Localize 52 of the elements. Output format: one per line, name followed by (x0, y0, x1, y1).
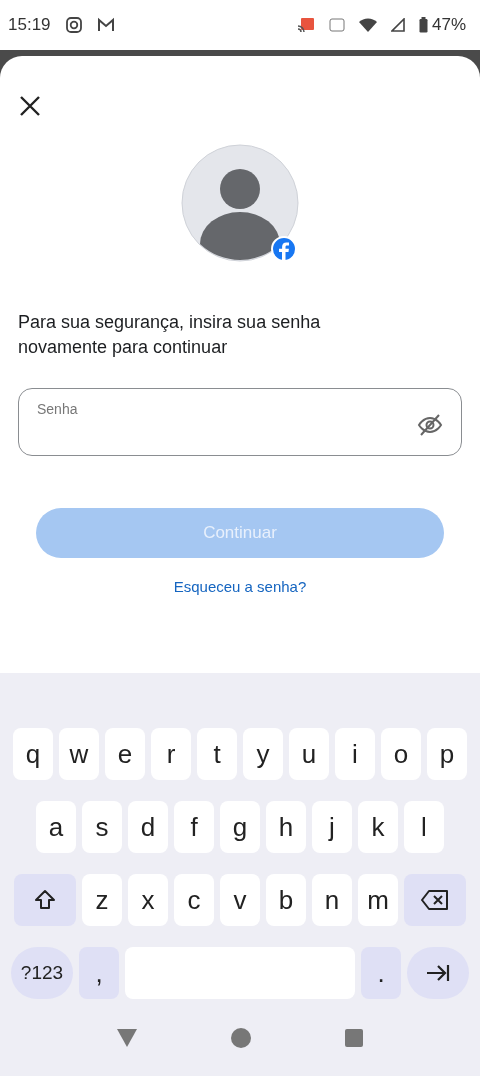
wifi-icon (358, 18, 377, 32)
status-time: 15:19 (8, 15, 51, 35)
cast-icon (296, 17, 315, 33)
mail-icon (96, 17, 115, 33)
password-field[interactable]: Senha (18, 388, 462, 456)
letter-key[interactable]: a (36, 801, 76, 853)
letter-key[interactable]: k (358, 801, 398, 853)
symbols-key[interactable]: ?123 (11, 947, 73, 999)
next-key[interactable] (407, 947, 469, 999)
letter-key[interactable]: u (289, 728, 329, 780)
letter-key[interactable]: h (266, 801, 306, 853)
shift-key[interactable] (14, 874, 76, 926)
letter-key[interactable]: r (151, 728, 191, 780)
letter-key[interactable]: c (174, 874, 214, 926)
battery-percent: 47% (431, 15, 466, 35)
battery-icon (418, 17, 428, 33)
letter-key[interactable]: f (174, 801, 214, 853)
letter-key[interactable]: x (128, 874, 168, 926)
letter-key[interactable]: n (312, 874, 352, 926)
letter-key[interactable]: b (266, 874, 306, 926)
signal-icon (390, 18, 405, 32)
eye-off-icon[interactable] (417, 413, 443, 437)
letter-key[interactable]: w (59, 728, 99, 780)
letter-key[interactable]: l (404, 801, 444, 853)
camera-icon (64, 16, 83, 34)
comma-key[interactable]: , (79, 947, 119, 999)
avatar-icon (181, 144, 299, 262)
letter-key[interactable]: q (13, 728, 53, 780)
letter-key[interactable]: s (82, 801, 122, 853)
letter-key[interactable]: e (105, 728, 145, 780)
shift-icon (33, 888, 57, 912)
backspace-key[interactable] (404, 874, 466, 926)
home-icon[interactable] (231, 1028, 251, 1048)
security-prompt: Para sua segurança, insira sua senha novamente para continuar (18, 311, 322, 359)
facebook-icon (271, 236, 297, 262)
password-input[interactable]: Senha (37, 401, 417, 417)
letter-key[interactable]: o (381, 728, 421, 780)
back-icon[interactable] (117, 1029, 137, 1047)
letter-key[interactable]: v (220, 874, 260, 926)
forgot-password-link[interactable]: Esqueceu a senha? (173, 578, 307, 595)
letter-key[interactable]: j (312, 801, 352, 853)
backspace-icon (421, 889, 449, 911)
letter-key[interactable]: t (197, 728, 237, 780)
letter-key[interactable]: g (220, 801, 260, 853)
letter-key[interactable]: i (335, 728, 375, 780)
letter-key[interactable]: m (358, 874, 398, 926)
period-key[interactable]: . (361, 947, 401, 999)
tab-arrow-icon (425, 963, 451, 983)
letter-key[interactable]: d (128, 801, 168, 853)
letter-key[interactable]: z (82, 874, 122, 926)
letter-key[interactable]: y (243, 728, 283, 780)
letter-key[interactable]: p (427, 728, 467, 780)
